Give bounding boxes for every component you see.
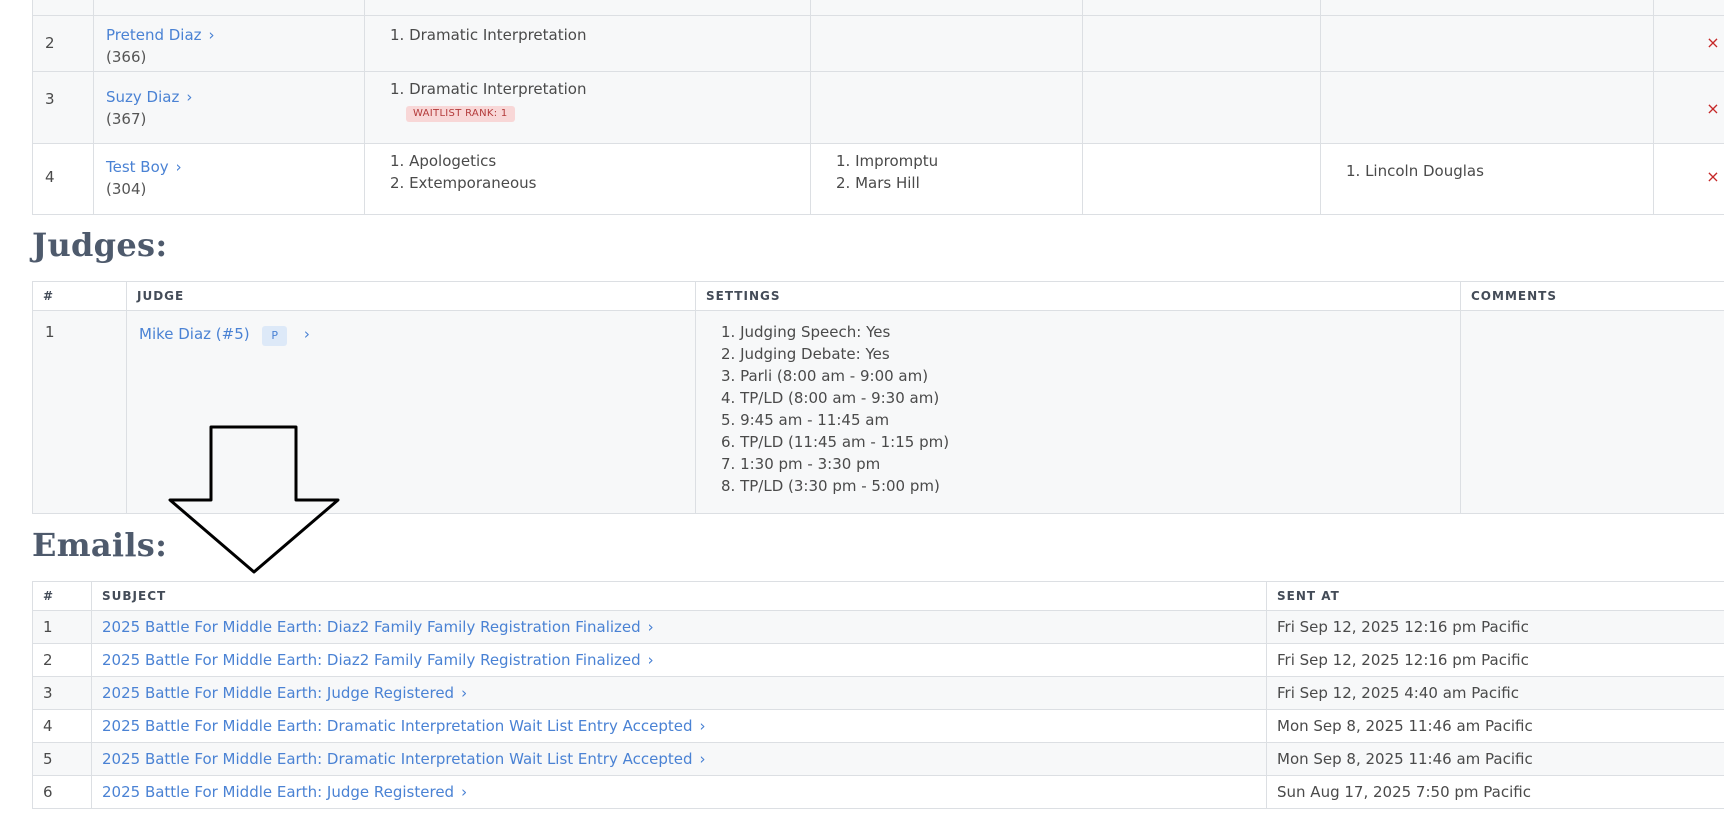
- setting-item: 5. 9:45 am - 11:45 am: [721, 411, 890, 429]
- row-number: 2: [32, 15, 94, 72]
- setting-item: 8. TP/LD (3:30 pm - 5:00 pm): [721, 477, 940, 495]
- col-header-settings: SETTINGS: [695, 281, 1461, 311]
- event-item: 1. Dramatic Interpretation: [390, 80, 587, 98]
- event-item: 2. Mars Hill: [836, 174, 920, 192]
- setting-item: 1. Judging Speech: Yes: [721, 323, 891, 341]
- email-subject-link[interactable]: 2025 Battle For Middle Earth: Dramatic I…: [102, 717, 706, 735]
- chevron-right-icon: ›: [461, 783, 468, 801]
- row-number: 4: [32, 143, 94, 215]
- sent-at: Fri Sep 12, 2025 4:40 am Pacific: [1266, 676, 1724, 710]
- col-header-sent-at: SENT AT: [1266, 581, 1724, 611]
- judge-link[interactable]: Mike Diaz (#5): [139, 325, 250, 343]
- sent-at: Fri Sep 12, 2025 12:16 pm Pacific: [1266, 643, 1724, 677]
- sent-at: Fri Sep 12, 2025 12:16 pm Pacific: [1266, 610, 1724, 644]
- event-list: 1. Dramatic Interpretation: [364, 15, 811, 72]
- chevron-right-icon: ›: [647, 651, 654, 669]
- email-subject-link[interactable]: 2025 Battle For Middle Earth: Diaz2 Fami…: [102, 651, 654, 669]
- email-subject-link[interactable]: 2025 Battle For Middle Earth: Judge Regi…: [102, 783, 467, 801]
- event-list: 1. Impromptu 2. Mars Hill: [810, 143, 1083, 215]
- close-icon: ×: [1706, 33, 1720, 52]
- student-link[interactable]: Pretend Diaz ›: [106, 26, 215, 44]
- comments-cell: [1460, 310, 1724, 514]
- row-number: 3: [32, 676, 92, 710]
- table-row: [32, 0, 1724, 16]
- chevron-right-icon: ›: [461, 684, 468, 702]
- table-row: 6 2025 Battle For Middle Earth: Judge Re…: [32, 775, 1724, 809]
- event-list: 1. Lincoln Douglas: [1320, 143, 1654, 215]
- waitlist-badge: WAITLIST RANK: 1: [406, 106, 515, 122]
- col-header-subject: SUBJECT: [91, 581, 1267, 611]
- chevron-right-icon: ›: [186, 88, 193, 106]
- table-row: 2 2025 Battle For Middle Earth: Diaz2 Fa…: [32, 643, 1724, 677]
- table-row: 2 Pretend Diaz › (366) 1. Dramatic Interp…: [32, 15, 1724, 72]
- chevron-right-icon: ›: [699, 717, 706, 735]
- setting-item: 2. Judging Debate: Yes: [721, 345, 890, 363]
- setting-item: 4. TP/LD (8:00 am - 9:30 am): [721, 389, 940, 407]
- student-link[interactable]: Suzy Diaz ›: [106, 88, 192, 106]
- table-row: 3 Suzy Diaz › (367) 1. Dramatic Interpret…: [32, 71, 1724, 144]
- setting-item: 6. TP/LD (11:45 am - 1:15 pm): [721, 433, 950, 451]
- email-subject-link[interactable]: 2025 Battle For Middle Earth: Judge Regi…: [102, 684, 467, 702]
- sent-at: Mon Sep 8, 2025 11:46 am Pacific: [1266, 742, 1724, 776]
- col-header-num: #: [32, 281, 127, 311]
- sent-at: Sun Aug 17, 2025 7:50 pm Pacific: [1266, 775, 1724, 809]
- judge-badge: P: [262, 326, 288, 346]
- close-icon: ×: [1706, 99, 1720, 118]
- row-number: 3: [32, 71, 94, 144]
- event-item: 1. Apologetics: [390, 152, 497, 170]
- chevron-right-icon: ›: [647, 618, 654, 636]
- student-cell: Suzy Diaz › (367): [93, 71, 365, 144]
- table-row: 5 2025 Battle For Middle Earth: Dramatic…: [32, 742, 1724, 776]
- chevron-right-icon: ›: [699, 750, 706, 768]
- chevron-right-icon[interactable]: ›: [304, 323, 310, 345]
- student-cell: Pretend Diaz › (366): [93, 15, 365, 72]
- row-number: 5: [32, 742, 92, 776]
- table-row: 4 2025 Battle For Middle Earth: Dramatic…: [32, 709, 1724, 743]
- sent-at: Mon Sep 8, 2025 11:46 am Pacific: [1266, 709, 1724, 743]
- close-icon: ×: [1706, 167, 1720, 186]
- setting-item: 3. Parli (8:00 am - 9:00 am): [721, 367, 929, 385]
- student-id: (366): [106, 48, 147, 66]
- student-link[interactable]: Test Boy ›: [106, 158, 182, 176]
- event-list: 1. Dramatic Interpretation WAITLIST RANK…: [364, 71, 811, 144]
- row-number: 1: [32, 310, 127, 514]
- remove-entry-button[interactable]: ×: [1653, 15, 1724, 72]
- event-item: 1. Impromptu: [836, 152, 939, 170]
- remove-entry-button[interactable]: ×: [1653, 71, 1724, 144]
- emails-heading: Emails:: [32, 526, 168, 564]
- row-number: 2: [32, 643, 92, 677]
- setting-item: 7. 1:30 pm - 3:30 pm: [721, 455, 881, 473]
- student-id: (367): [106, 110, 147, 128]
- col-header-judge: JUDGE: [126, 281, 696, 311]
- settings-list: 1. Judging Speech: Yes 2. Judging Debate…: [695, 310, 1461, 514]
- event-item: 1. Lincoln Douglas: [1346, 162, 1484, 180]
- row-number: 6: [32, 775, 92, 809]
- event-list: 1. Apologetics 2. Extemporaneous: [364, 143, 811, 215]
- chevron-right-icon: ›: [208, 26, 215, 44]
- row-number: 1: [32, 610, 92, 644]
- table-header: # JUDGE SETTINGS COMMENTS: [32, 281, 1724, 311]
- student-id: (304): [106, 180, 147, 198]
- table-row: 3 2025 Battle For Middle Earth: Judge Re…: [32, 676, 1724, 710]
- col-header-comments: COMMENTS: [1460, 281, 1724, 311]
- emails-table: # SUBJECT SENT AT 1 2025 Battle For Midd…: [32, 581, 1724, 809]
- judges-heading: Judges:: [32, 226, 168, 264]
- student-cell: Test Boy › (304): [93, 143, 365, 215]
- entries-table: 2 Pretend Diaz › (366) 1. Dramatic Interp…: [32, 0, 1724, 215]
- email-subject-link[interactable]: 2025 Battle For Middle Earth: Diaz2 Fami…: [102, 618, 654, 636]
- table-header: # SUBJECT SENT AT: [32, 581, 1724, 611]
- chevron-right-icon: ›: [175, 158, 182, 176]
- down-arrow-icon: [168, 425, 340, 574]
- event-item: 1. Dramatic Interpretation: [390, 26, 587, 44]
- table-row: 1 2025 Battle For Middle Earth: Diaz2 Fa…: [32, 610, 1724, 644]
- col-header-num: #: [32, 581, 92, 611]
- email-subject-link[interactable]: 2025 Battle For Middle Earth: Dramatic I…: [102, 750, 706, 768]
- row-number: 4: [32, 709, 92, 743]
- table-row: 4 Test Boy › (304) 1. Apologetics 2. Exte…: [32, 143, 1724, 215]
- remove-entry-button[interactable]: ×: [1653, 143, 1724, 215]
- event-item: 2. Extemporaneous: [390, 174, 537, 192]
